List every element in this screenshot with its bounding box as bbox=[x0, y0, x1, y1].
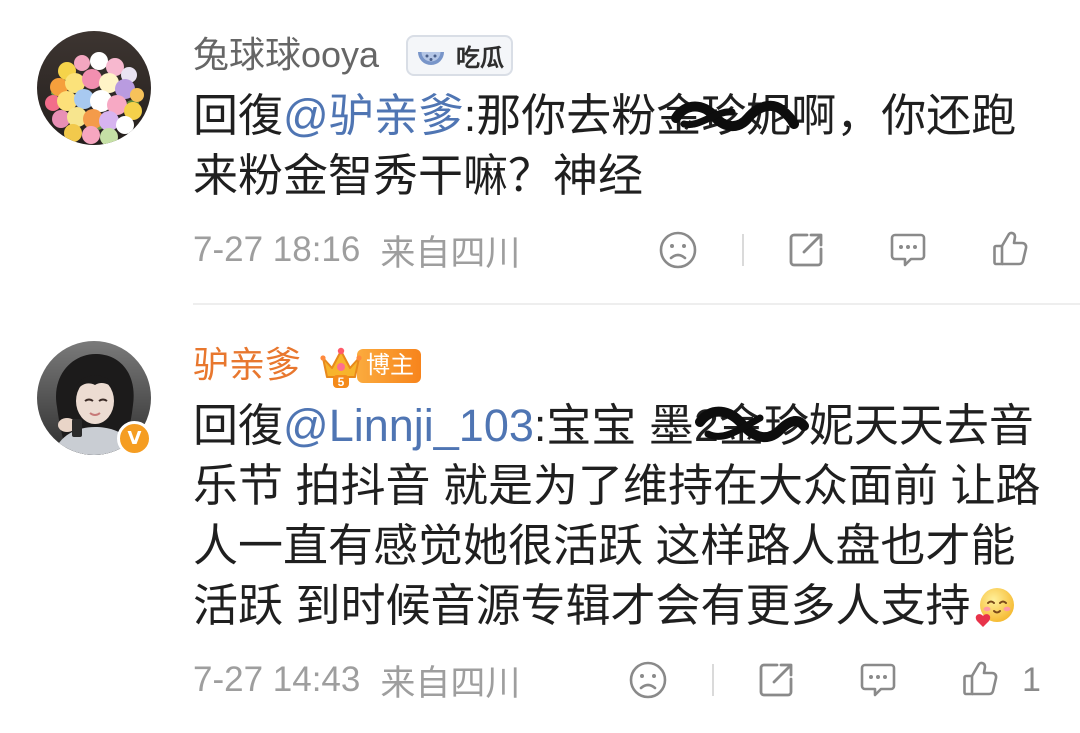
comment-line-text: 活跃 到时候音源专辑才会有更多人支持 bbox=[193, 580, 971, 631]
comment-item: V 驴亲爹 5 博主 回復@Linnji_103:宝宝 墨2金珍妮天天去音 乐节… bbox=[0, 310, 1080, 733]
comment-line: 回復@驴亲爹:那你去粉金珍妮啊，你还跑 bbox=[193, 86, 1016, 146]
comment-meta: 7-27 14:43 来自四川 bbox=[193, 658, 520, 703]
action-divider bbox=[742, 234, 744, 266]
comment-line-text: 来粉金智秀干嘛？神经 bbox=[193, 150, 644, 201]
badge-label: 吃瓜 bbox=[456, 45, 504, 72]
mention-link[interactable]: @Linnji_103 bbox=[283, 400, 534, 451]
sad-face-icon[interactable] bbox=[658, 230, 698, 270]
chigua-badge[interactable]: 吃瓜 bbox=[406, 35, 513, 76]
comment-text: 回復@驴亲爹:那你去粉金珍妮啊，你还跑 来粉金智秀干嘛？神经 bbox=[193, 86, 1016, 206]
share-icon[interactable] bbox=[756, 660, 796, 700]
sad-face-icon[interactable] bbox=[628, 660, 668, 700]
comment-line: 乐节 拍抖音 就是为了维持在大众面前 让路 bbox=[193, 456, 1041, 516]
comment-line-text: :那你去粉金珍妮啊，你还跑 bbox=[463, 90, 1017, 141]
crown-icon[interactable]: 5 bbox=[318, 343, 364, 389]
flower-bouquet-avatar bbox=[37, 31, 151, 145]
action-divider bbox=[712, 664, 714, 696]
comment-icon[interactable] bbox=[888, 230, 928, 270]
thumbs-up-icon[interactable] bbox=[960, 659, 1000, 699]
location: 来自四川 bbox=[380, 663, 521, 703]
comment-divider bbox=[193, 303, 1080, 305]
timestamp: 7-27 18:16 bbox=[193, 230, 361, 269]
comment-line: 来粉金智秀干嘛？神经 bbox=[193, 146, 1016, 206]
username[interactable]: 驴亲爹 bbox=[193, 340, 301, 390]
comment-text: 回復@Linnji_103:宝宝 墨2金珍妮天天去音 乐节 拍抖音 就是为了维持… bbox=[193, 396, 1041, 636]
comment-line: 人一直有感觉她很活跃 这样路人盘也才能 bbox=[193, 516, 1041, 576]
comment-item: 兔球球ooya 吃瓜 回復@驴亲爹:那你去粉金珍妮啊，你还跑 来粉金智秀干嘛？神… bbox=[0, 0, 1080, 305]
mention-link[interactable]: @驴亲爹 bbox=[283, 90, 464, 141]
username[interactable]: 兔球球ooya bbox=[193, 30, 379, 80]
reply-prefix: 回復 bbox=[193, 400, 284, 451]
location: 来自四川 bbox=[380, 233, 521, 273]
blogger-badge[interactable]: 博主 bbox=[357, 349, 421, 383]
timestamp: 7-27 14:43 bbox=[193, 660, 361, 699]
verified-badge: V bbox=[117, 421, 152, 456]
crown-level: 5 bbox=[338, 375, 345, 389]
reply-prefix: 回復 bbox=[193, 90, 284, 141]
like-count: 1 bbox=[1022, 661, 1041, 699]
heart-face-emoji bbox=[973, 585, 1017, 629]
avatar[interactable] bbox=[37, 31, 151, 145]
comment-line: 回復@Linnji_103:宝宝 墨2金珍妮天天去音 bbox=[193, 396, 1041, 456]
comment-line-text: 乐节 拍抖音 就是为了维持在大众面前 让路 bbox=[193, 460, 1041, 511]
thumbs-up-icon[interactable] bbox=[990, 229, 1030, 269]
comment-line: 活跃 到时候音源专辑才会有更多人支持 bbox=[193, 576, 1041, 636]
comment-line-text: :宝宝 墨2金珍妮天天去音 bbox=[533, 400, 1034, 451]
watermelon-icon bbox=[416, 41, 446, 71]
comment-icon[interactable] bbox=[858, 660, 898, 700]
comment-meta: 7-27 18:16 来自四川 bbox=[193, 228, 520, 273]
comment-line-text: 人一直有感觉她很活跃 这样路人盘也才能 bbox=[193, 520, 1016, 571]
share-icon[interactable] bbox=[786, 230, 826, 270]
